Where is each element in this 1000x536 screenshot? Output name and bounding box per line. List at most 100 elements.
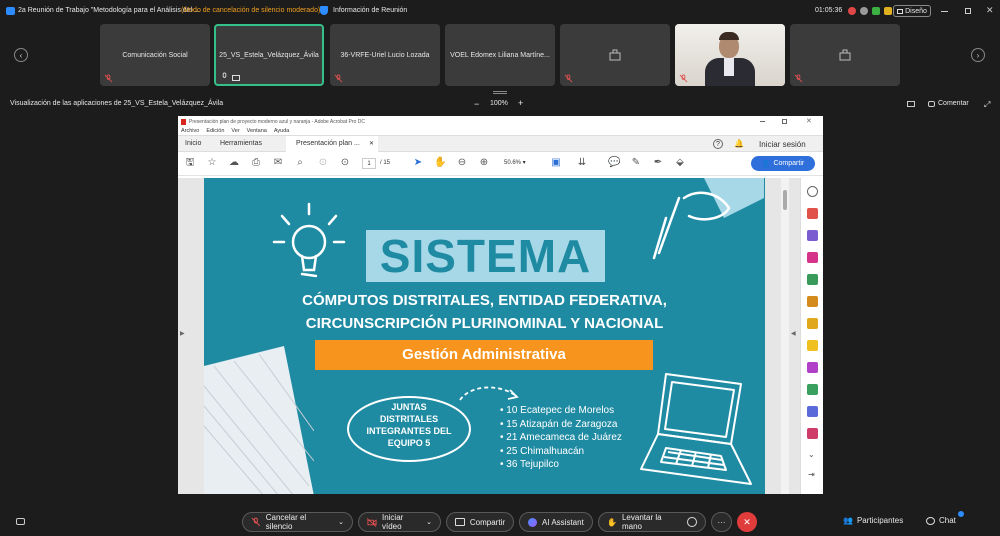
paper-texture-decoration [204, 346, 314, 494]
ai-assistant-button[interactable]: AI Assistant [519, 512, 593, 532]
left-panel-toggle[interactable]: ▶ [180, 330, 185, 337]
participant-video-tile[interactable] [675, 24, 785, 86]
mail-icon[interactable]: ✉ [272, 157, 284, 169]
star-icon[interactable]: ☆ [206, 157, 218, 169]
fit-page-icon[interactable]: ▣ [550, 157, 562, 169]
chevron-down-icon[interactable]: ⌄ [338, 518, 344, 526]
participant-tile[interactable]: 36-VRFE-Uriel Lucio Lozada [330, 24, 440, 86]
hand-tool-icon[interactable]: ✋ [434, 157, 446, 169]
zoom-out-button[interactable]: − [474, 99, 479, 109]
scrollbar-track[interactable] [781, 178, 789, 494]
create-pdf-icon[interactable] [807, 208, 818, 219]
avatar-placeholder-icon [609, 49, 621, 61]
participant-tile[interactable] [560, 24, 670, 86]
edit-pdf-icon[interactable] [807, 296, 818, 307]
participant-tile[interactable]: VOEL Edomex Liliana Martíne... [445, 24, 555, 86]
restore-icon[interactable] [965, 8, 971, 14]
combine-icon[interactable] [807, 230, 818, 241]
chat-button[interactable]: Chat [926, 511, 964, 525]
page-down-icon[interactable]: ⊙ [339, 157, 351, 169]
title-bar: 2a Reunión de Trabajo "Metodología para … [0, 0, 1000, 22]
organize-icon[interactable] [807, 252, 818, 263]
zoom-out-icon[interactable]: ⊖ [456, 157, 468, 169]
gallery-prev-button[interactable]: ‹ [14, 48, 28, 62]
zoom-in-button[interactable]: + [518, 98, 523, 108]
participants-button[interactable]: 👥 Participantes [843, 516, 903, 525]
help-icon[interactable]: ? [713, 139, 723, 149]
share-screen-button[interactable]: Compartir [446, 512, 514, 532]
upload-icon[interactable]: ☁ [228, 157, 240, 169]
protect-icon[interactable] [807, 406, 818, 417]
layout-button[interactable]: Diseño [893, 5, 931, 17]
zoom-select[interactable]: 50.6% ▾ [501, 158, 539, 169]
scrollbar-thumb[interactable] [783, 190, 787, 210]
pen-icon[interactable]: ✎ [630, 157, 642, 169]
close-icon[interactable]: ✕ [986, 5, 994, 16]
tab-document[interactable]: Presentación plan ... ✕ [286, 136, 378, 152]
juntas-line2: DISTRITALES [379, 414, 439, 424]
muted-mic-icon [334, 74, 343, 83]
bell-icon[interactable]: 🔔 [734, 139, 744, 148]
gallery-resize-handle[interactable] [493, 91, 507, 94]
comment-button[interactable]: Comentar [938, 100, 969, 107]
menu-archivo[interactable]: Archivo [181, 128, 199, 134]
reaction-icon[interactable] [687, 517, 697, 527]
sign-panel-icon[interactable] [807, 428, 818, 439]
noise-mode-label[interactable]: (Modo de cancelación de silencio moderad… [181, 7, 320, 14]
participant-tile-active[interactable]: 25_VS_Estela_Velázquez_Ávila [214, 24, 324, 86]
window-restore-icon[interactable] [782, 119, 787, 124]
highlight-icon[interactable] [807, 362, 818, 373]
leave-meeting-button[interactable]: ✕ [737, 512, 757, 532]
zoom-in-icon[interactable]: ⊕ [478, 157, 490, 169]
right-panel-toggle[interactable]: ◀ [791, 330, 796, 337]
page-up-icon[interactable]: ⊙ [317, 157, 329, 169]
zoom-tool-icon[interactable] [807, 186, 818, 197]
page-number-input[interactable]: 1 [362, 158, 376, 169]
print-icon[interactable]: ⎙ [250, 157, 262, 169]
chevron-down-icon[interactable]: ⌄ [808, 450, 815, 459]
unmute-label: Cancelar el silencio [265, 513, 307, 531]
comment-icon [928, 101, 935, 107]
captions-icon[interactable] [16, 518, 25, 525]
fill-sign-icon[interactable] [807, 318, 818, 329]
stamp-icon[interactable]: ⬙ [674, 157, 686, 169]
export-icon[interactable] [807, 274, 818, 285]
more-options-button[interactable]: ··· [711, 512, 732, 532]
district-item: • 10 Ecatepec de Morelos [500, 405, 615, 416]
sign-icon[interactable]: ✒ [652, 157, 664, 169]
chevron-down-icon[interactable]: ⌄ [426, 518, 432, 526]
window-close-icon[interactable]: ✕ [806, 117, 812, 125]
participant-tile[interactable] [790, 24, 900, 86]
signin-link[interactable]: Iniciar sesión [759, 140, 806, 149]
fullscreen-icon[interactable]: ⤢ [984, 100, 990, 110]
tab-home[interactable]: Inicio [185, 140, 201, 147]
gallery-next-button[interactable]: › [971, 48, 985, 62]
raise-hand-button[interactable]: ✋ Levantar la mano [598, 512, 706, 532]
unmute-button[interactable]: Cancelar el silencio ⌄ [242, 512, 353, 532]
share-pdf-button[interactable]: 👤 Compartir [751, 156, 815, 171]
scroll-mode-icon[interactable]: ⇊ [576, 157, 588, 169]
select-tool-icon[interactable]: ➤ [412, 157, 424, 169]
tab-close-icon[interactable]: ✕ [369, 140, 374, 147]
meeting-info-link[interactable]: Información de Reunión [333, 7, 407, 14]
comment-tool-icon[interactable]: 💬 [608, 157, 620, 169]
district-item: • 15 Atizapán de Zaragoza [500, 418, 618, 430]
window-minimize-icon[interactable] [760, 121, 765, 122]
tab-tools[interactable]: Herramientas [220, 140, 262, 147]
comment-panel-icon[interactable] [807, 340, 818, 351]
share-pdf-label: Compartir [773, 160, 805, 167]
minimize-icon[interactable] [941, 11, 948, 12]
search-icon[interactable]: ⌕ [294, 157, 306, 169]
save-icon[interactable]: 🖫 [184, 157, 196, 169]
menu-ayuda[interactable]: Ayuda [274, 128, 290, 134]
popout-icon[interactable] [907, 101, 915, 107]
menu-edicion[interactable]: Edición [206, 128, 224, 134]
expand-panel-icon[interactable]: ⇥ [808, 470, 815, 479]
menu-ventana[interactable]: Ventana [247, 128, 267, 134]
grid-icon [897, 8, 904, 14]
menu-ver[interactable]: Ver [231, 128, 239, 134]
document-viewport[interactable]: ▶ ◀ SISTEMA CÓMPUTOS DISTRITALES, ENTIDA… [178, 178, 823, 494]
participant-tile[interactable]: Comunicación Social [100, 24, 210, 86]
start-video-button[interactable]: Iniciar vídeo ⌄ [358, 512, 441, 532]
print-production-icon[interactable] [807, 384, 818, 395]
